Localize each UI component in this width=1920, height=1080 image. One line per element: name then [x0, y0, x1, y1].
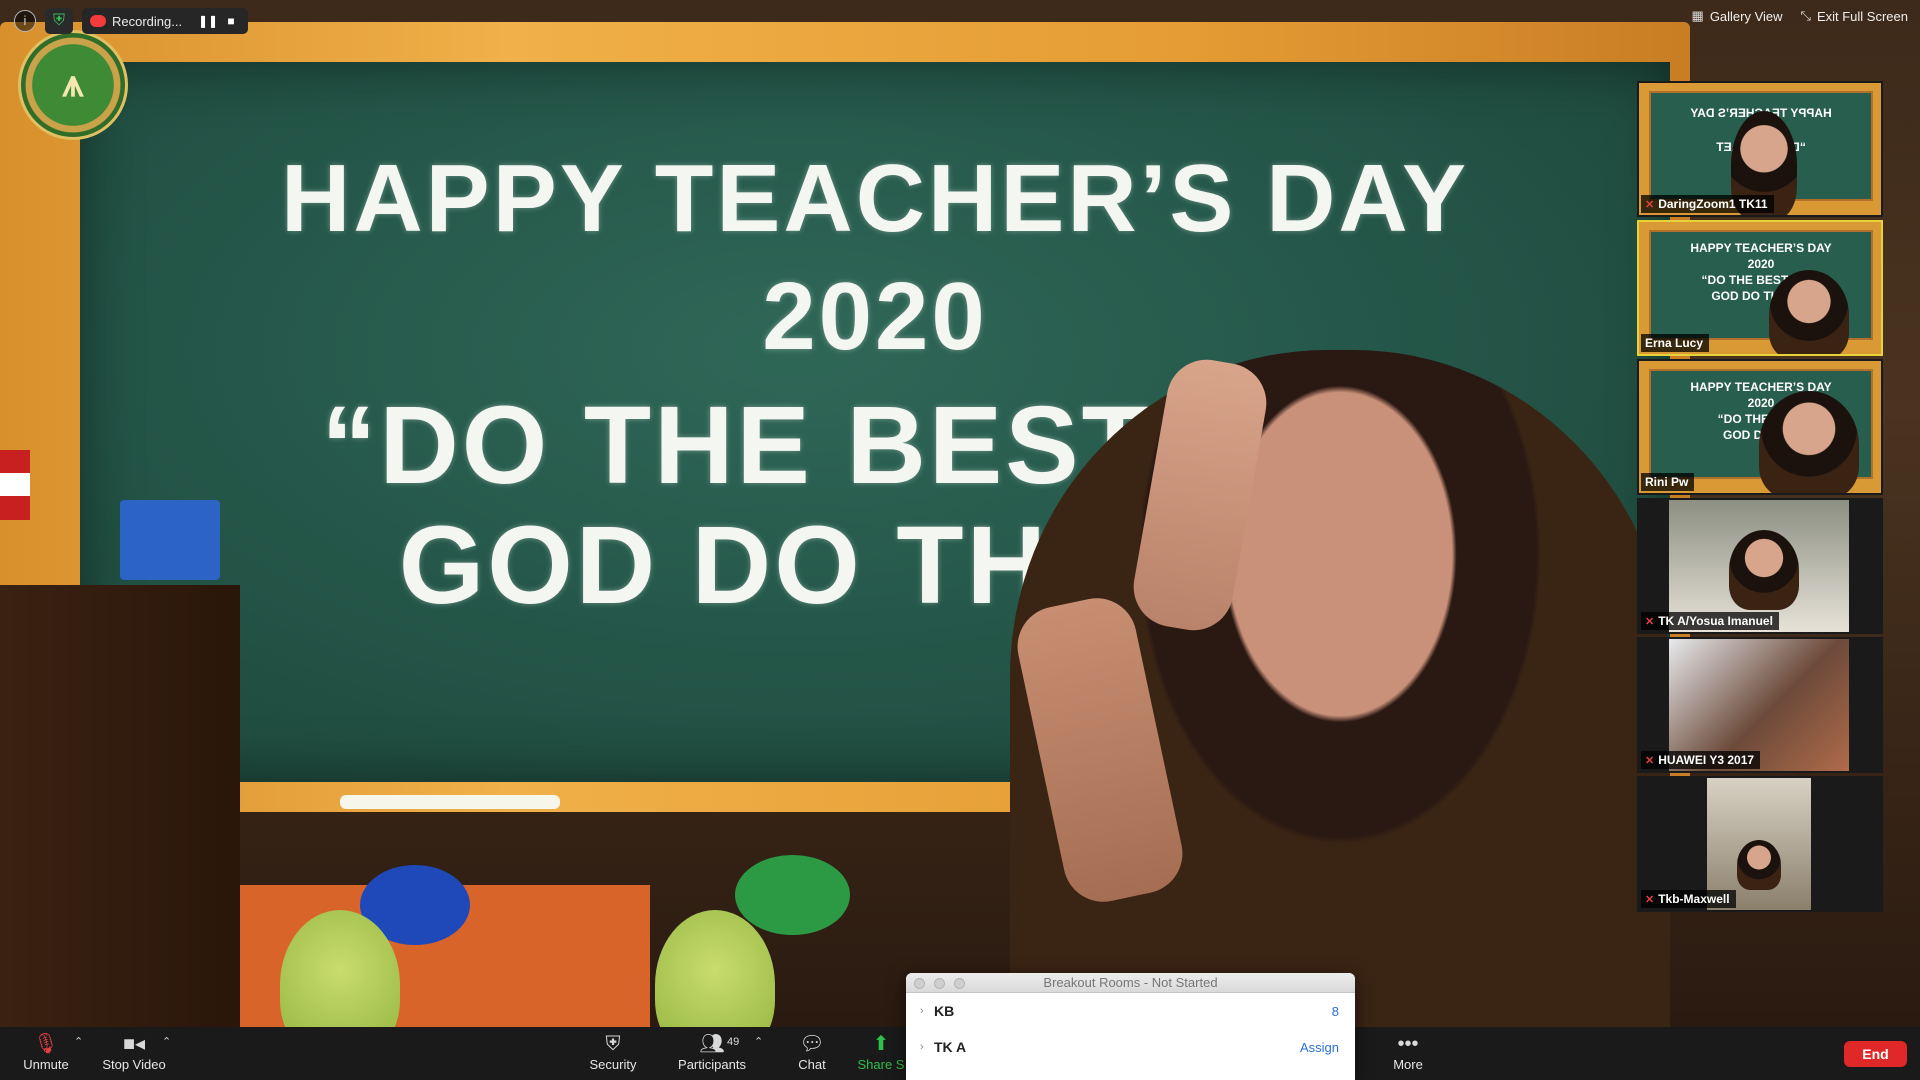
gallery-view-button[interactable]: ▦ Gallery View: [1692, 8, 1783, 24]
window-zoom-button[interactable]: [954, 978, 965, 989]
breakout-room-name: KB: [934, 1003, 955, 1019]
security-button[interactable]: ⛨ Security: [583, 1031, 643, 1077]
breakout-rooms-title: Breakout Rooms - Not Started: [1043, 975, 1218, 990]
recording-cloud-icon: [90, 15, 106, 27]
participant-tile[interactable]: ✕ HUAWEI Y3 2017: [1637, 637, 1883, 773]
unmute-button[interactable]: 🎙︎ Unmute: [16, 1031, 76, 1077]
participant-tile[interactable]: HAPPY TEACHER’S DAY “DO T AND LET GO RES…: [1637, 81, 1883, 217]
pause-recording-icon[interactable]: ❚❚: [198, 14, 218, 28]
mic-muted-icon: ✕: [1645, 754, 1655, 767]
participant-tile[interactable]: ✕ Tkb-Maxwell: [1637, 776, 1883, 912]
gallery-view-label: Gallery View: [1709, 8, 1783, 24]
exit-fullscreen-icon: ⤡: [1800, 8, 1811, 23]
participant-face: [1729, 530, 1799, 610]
shield-icon: ⛨: [605, 1033, 621, 1055]
participant-name-tag: ✕ Tkb-Maxwell: [1641, 890, 1736, 908]
microphone-muted-icon: 🎙︎: [33, 1033, 59, 1055]
stop-video-label: Stop Video: [102, 1057, 166, 1072]
chat-button[interactable]: 💬︎ Chat: [790, 1031, 834, 1077]
main-video-stage: HAPPY TEACHER’S DAY 2020 “DO THE BEST AN…: [0, 0, 1920, 1027]
chalk-tray: [340, 795, 560, 809]
participant-name: TK A/Yosua Imanuel: [1658, 614, 1773, 628]
mini-board-line: HAPPY TEACHER’S DAY: [1690, 241, 1832, 255]
breakout-room-row[interactable]: › TK A Assign: [906, 1029, 1355, 1065]
participants-count: 49: [727, 1036, 740, 1048]
school-logo: ⩚: [18, 30, 128, 140]
stop-video-button[interactable]: ■◂ Stop Video: [98, 1031, 170, 1077]
stop-recording-icon[interactable]: ■: [222, 14, 240, 28]
board-line-1: HAPPY TEACHER’S DAY: [281, 145, 1469, 252]
share-screen-icon: ⬆: [872, 1033, 890, 1055]
mic-muted-icon: ✕: [1645, 615, 1655, 628]
participant-tile-active-speaker[interactable]: HAPPY TEACHER’S DAY 2020 “DO THE BEST AN…: [1637, 220, 1883, 356]
more-label: More: [1393, 1057, 1423, 1072]
encryption-shield-icon[interactable]: ⛨: [45, 8, 73, 34]
audio-options-chevron-icon[interactable]: ⌃: [74, 1035, 83, 1048]
participant-name-tag: ✕ TK A/Yosua Imanuel: [1641, 612, 1779, 630]
breakout-room-name: TK A: [934, 1039, 967, 1055]
assign-link[interactable]: Assign: [1300, 1040, 1339, 1055]
exit-full-screen-button[interactable]: ⤡ Exit Full Screen: [1801, 8, 1908, 24]
recording-indicator: Recording... ❚❚ ■: [82, 8, 248, 34]
mic-muted-icon: ✕: [1645, 893, 1655, 906]
window-close-button[interactable]: [914, 978, 925, 989]
window-minimize-button[interactable]: [934, 978, 945, 989]
share-screen-label: Share S: [857, 1057, 905, 1072]
participant-name: Tkb-Maxwell: [1658, 892, 1730, 906]
chat-bubble-icon: 💬︎: [799, 1033, 825, 1055]
participant-tile[interactable]: ✕ TK A/Yosua Imanuel: [1637, 498, 1883, 634]
decor-green-cloud: [735, 855, 850, 935]
flag: [0, 450, 30, 520]
breakout-room-count: 8: [1331, 1003, 1339, 1019]
participant-name-tag: Rini Pw: [1641, 473, 1695, 491]
share-screen-button[interactable]: ⬆ Share S: [856, 1031, 906, 1077]
chat-label: Chat: [798, 1057, 826, 1072]
video-camera-icon: ■◂: [122, 1033, 146, 1055]
participant-name: DaringZoom1 TK11: [1658, 197, 1768, 211]
participant-name: Erna Lucy: [1645, 336, 1704, 350]
logo-emblem-icon: ⩚: [62, 63, 84, 105]
participants-icon: 👥︎: [699, 1033, 725, 1055]
decor-frog: [655, 910, 775, 1027]
breakout-rooms-titlebar[interactable]: Breakout Rooms - Not Started: [906, 973, 1355, 993]
exit-full-screen-label: Exit Full Screen: [1816, 8, 1908, 24]
expand-chevron-icon[interactable]: ›: [920, 1005, 934, 1017]
bookshelf: [0, 585, 240, 1027]
recording-label: Recording...: [112, 13, 183, 29]
participant-face: [1737, 840, 1781, 890]
participants-button[interactable]: 👥︎ Participants: [672, 1031, 752, 1077]
participant-face: [1769, 270, 1849, 354]
video-options-chevron-icon[interactable]: ⌃: [162, 1035, 171, 1048]
participant-gallery: HAPPY TEACHER’S DAY “DO T AND LET GO RES…: [1637, 81, 1883, 913]
unmute-label: Unmute: [23, 1057, 69, 1072]
security-label: Security: [589, 1057, 637, 1072]
more-dots-icon: •••: [1397, 1033, 1419, 1055]
mic-muted-icon: ✕: [1645, 198, 1655, 211]
pencil-cup: [120, 500, 220, 580]
end-meeting-button[interactable]: End: [1844, 1041, 1907, 1067]
participants-label: Participants: [678, 1057, 746, 1072]
view-controls: ▦ Gallery View ⤡ Exit Full Screen: [1692, 8, 1908, 24]
mini-board-line: 2020: [1747, 257, 1775, 271]
expand-chevron-icon[interactable]: ›: [920, 1041, 934, 1053]
participant-face: [1759, 391, 1859, 493]
participant-name-tag: ✕ HUAWEI Y3 2017: [1641, 751, 1761, 769]
participant-name-tag: Erna Lucy: [1641, 334, 1710, 352]
participant-name: Rini Pw: [1645, 475, 1689, 489]
board-line-2: 2020: [762, 263, 988, 370]
grid-icon: ▦: [1691, 8, 1704, 23]
meeting-info-icon[interactable]: i: [14, 10, 36, 32]
participant-tile[interactable]: HAPPY TEACHER’S DAY 2020 “DO THE BEST GO…: [1637, 359, 1883, 495]
participant-name-tag: ✕ DaringZoom1 TK11: [1641, 195, 1774, 213]
participants-options-chevron-icon[interactable]: ⌃: [754, 1035, 763, 1048]
breakout-room-row[interactable]: › KB 8: [906, 993, 1355, 1029]
mini-board-line: HAPPY TEACHER’S DAY: [1690, 380, 1832, 394]
breakout-rooms-window: Breakout Rooms - Not Started › KB 8 › TK…: [906, 973, 1355, 1080]
participant-name: HUAWEI Y3 2017: [1658, 753, 1755, 767]
more-button[interactable]: ••• More: [1386, 1031, 1430, 1077]
